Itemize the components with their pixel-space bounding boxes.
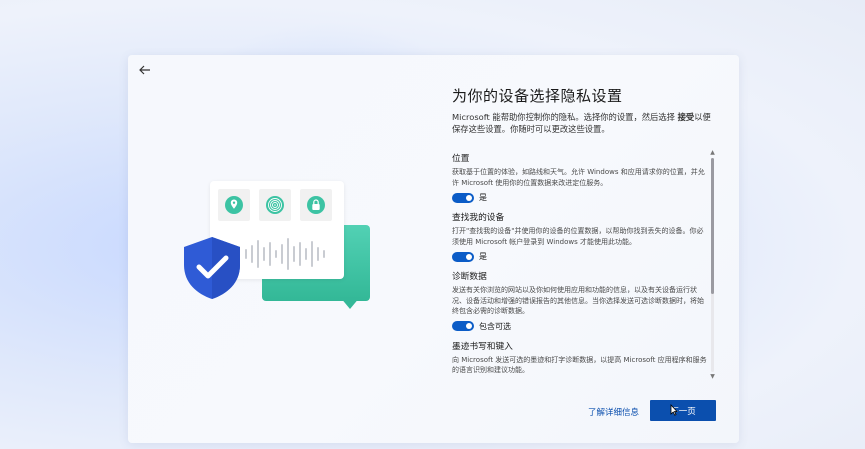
- mouse-pointer-icon: [670, 404, 678, 416]
- lock-tile: [300, 189, 332, 221]
- toggle-row: 是: [452, 251, 710, 262]
- setting-location: 位置 获取基于位置的体验，如路线和天气。允许 Windows 和应用请求你的位置…: [452, 151, 710, 203]
- privacy-illustration: [180, 179, 370, 319]
- next-button[interactable]: 下一页: [650, 400, 716, 421]
- oobe-privacy-window: 为你的设备选择隐私设置 Microsoft 能帮助你控制你的隐私。选择你的设置，…: [128, 55, 739, 443]
- toggle-knob: [466, 323, 472, 329]
- toggle-label: 是: [479, 193, 487, 202]
- sound-wave-icon: [245, 238, 325, 270]
- intro-text-before: Microsoft 能帮助你控制你的隐私。选择你的设置，然后选择: [452, 112, 678, 122]
- location-tile: [218, 189, 250, 221]
- setting-find-my-device: 查找我的设备 打开"查找我的设备"并使用你的设备的位置数据，以帮助你找到丢失的设…: [452, 210, 710, 262]
- scroll-up-arrow[interactable]: ▲: [708, 149, 717, 157]
- lock-icon: [307, 196, 325, 214]
- intro-accept-word: 接受: [677, 112, 695, 122]
- back-button[interactable]: [134, 61, 156, 79]
- toggle-label: 是: [479, 252, 487, 261]
- toggle-knob: [466, 253, 472, 260]
- setting-title: 位置: [452, 154, 470, 164]
- intro-text: Microsoft 能帮助你控制你的隐私。选择你的设置，然后选择 接受以便保存这…: [452, 111, 718, 135]
- setting-description: 向 Microsoft 发送可选的墨迹和打字诊断数据，以提高 Microsoft…: [452, 355, 707, 375]
- scrollbar-thumb[interactable]: [711, 158, 714, 294]
- setting-title: 查找我的设备: [452, 213, 505, 223]
- setting-title: 诊断数据: [452, 272, 487, 282]
- toggle-row: 是: [452, 192, 710, 203]
- diagnostic-data-toggle[interactable]: [452, 321, 474, 331]
- setting-title: 墨迹书写和键入: [452, 341, 513, 352]
- scroll-down-arrow[interactable]: ▼: [708, 373, 717, 381]
- setting-diagnostic-data: 诊断数据 发送有关你浏览的网站以及你如何使用应用和功能的信息，以及有关设备运行状…: [452, 269, 710, 332]
- fingerprint-icon: [266, 196, 284, 214]
- toggle-knob: [466, 194, 472, 201]
- toggle-row: 包含可选: [452, 321, 710, 332]
- chat-bubble-tail: [340, 297, 360, 309]
- shield-check-icon: [184, 237, 240, 299]
- location-pin-icon: [225, 196, 243, 214]
- settings-list[interactable]: 位置 获取基于位置的体验，如路线和天气。允许 Windows 和应用请求你的位置…: [452, 151, 710, 379]
- scrollbar-track[interactable]: [711, 158, 714, 372]
- setting-description: 获取基于位置的体验，如路线和天气。允许 Windows 和应用请求你的位置，并允…: [452, 168, 705, 187]
- find-my-device-toggle[interactable]: [452, 251, 474, 262]
- arrow-left-icon: [139, 65, 150, 75]
- page-title: 为你的设备选择隐私设置: [452, 87, 623, 105]
- settings-scrollbar[interactable]: ▲ ▼: [708, 149, 717, 381]
- setting-description: 打开"查找我的设备"并使用你的设备的位置数据，以帮助你找到丢失的设备。你必须使用…: [452, 227, 704, 246]
- setting-inking-typing: 墨迹书写和键入 向 Microsoft 发送可选的墨迹和打字诊断数据，以提高 M…: [452, 339, 710, 380]
- location-toggle[interactable]: [452, 192, 474, 203]
- fingerprint-tile: [259, 189, 291, 221]
- toggle-label: 包含可选: [479, 321, 511, 331]
- setting-description: 发送有关你浏览的网站以及你如何使用应用和功能的信息，以及有关设备运行状况、设备活…: [452, 286, 704, 315]
- learn-more-link[interactable]: 了解详细信息: [588, 406, 639, 418]
